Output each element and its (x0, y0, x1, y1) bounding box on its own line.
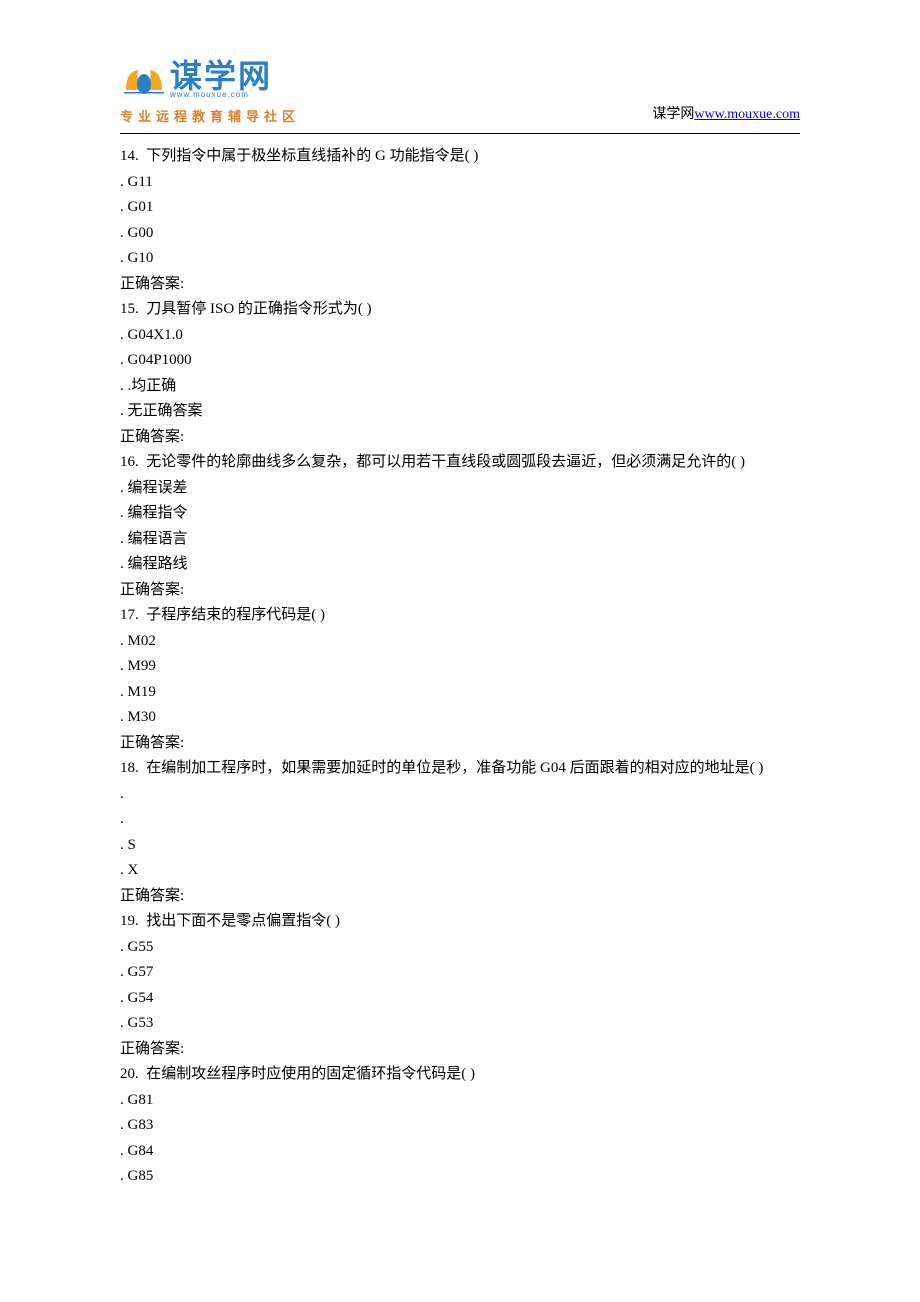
question-text: 无论零件的轮廓曲线多么复杂，都可以用若干直线段或圆弧段去逼近，但必须满足允许的(… (146, 454, 745, 470)
question-text: 找出下面不是零点偏置指令( ) (146, 913, 340, 929)
option: . G00 (120, 221, 800, 247)
question-text: 子程序结束的程序代码是( ) (146, 607, 325, 623)
question-number: 14. (120, 148, 139, 164)
answer-label: 正确答案: (120, 425, 800, 451)
option: . G10 (120, 246, 800, 272)
option: . (120, 782, 800, 808)
option: . G57 (120, 960, 800, 986)
option: . G04X1.0 (120, 323, 800, 349)
answer-label: 正确答案: (120, 731, 800, 757)
question-block: 16. 无论零件的轮廓曲线多么复杂，都可以用若干直线段或圆弧段去逼近，但必须满足… (120, 450, 800, 476)
header-link[interactable]: www.mouxue.com (694, 107, 800, 122)
logo-icon (120, 62, 168, 102)
option: . 编程路线 (120, 552, 800, 578)
option: . 编程误差 (120, 476, 800, 502)
question-text: 在编制加工程序时，如果需要加延时的单位是秒，准备功能 G04 后面跟着的相对应的… (146, 760, 763, 776)
question-text: 刀具暂停 ISO 的正确指令形式为( ) (146, 301, 371, 317)
logo-main-text: 谋学网 (170, 60, 272, 92)
question-text: 在编制攻丝程序时应使用的固定循环指令代码是( ) (146, 1066, 475, 1082)
option: . 无正确答案 (120, 399, 800, 425)
question-block: 15. 刀具暂停 ISO 的正确指令形式为( ) (120, 297, 800, 323)
question-block: 14. 下列指令中属于极坐标直线插补的 G 功能指令是( ) (120, 144, 800, 170)
option: . G53 (120, 1011, 800, 1037)
header-right-label: 谋学网 (652, 107, 694, 122)
option: . G81 (120, 1088, 800, 1114)
question-text: 下列指令中属于极坐标直线插补的 G 功能指令是( ) (146, 148, 478, 164)
question-number: 19. (120, 913, 139, 929)
option: . 编程指令 (120, 501, 800, 527)
content-area: 14. 下列指令中属于极坐标直线插补的 G 功能指令是( ) . G11 . G… (0, 144, 920, 1190)
option: . M02 (120, 629, 800, 655)
option: . G84 (120, 1139, 800, 1165)
option: . G85 (120, 1164, 800, 1190)
logo-text-block: 谋学网 www.mouxue.com (170, 60, 272, 99)
question-number: 16. (120, 454, 139, 470)
question-block: 19. 找出下面不是零点偏置指令( ) (120, 909, 800, 935)
option: . 编程语言 (120, 527, 800, 553)
answer-label: 正确答案: (120, 578, 800, 604)
option: . G55 (120, 935, 800, 961)
option: . G11 (120, 170, 800, 196)
question-number: 20. (120, 1066, 139, 1082)
option: . G04P1000 (120, 348, 800, 374)
question-block: 18. 在编制加工程序时，如果需要加延时的单位是秒，准备功能 G04 后面跟着的… (120, 756, 800, 782)
question-number: 18. (120, 760, 139, 776)
answer-label: 正确答案: (120, 884, 800, 910)
option: . X (120, 858, 800, 884)
option: . G01 (120, 195, 800, 221)
option: . .均正确 (120, 374, 800, 400)
question-block: 20. 在编制攻丝程序时应使用的固定循环指令代码是( ) (120, 1062, 800, 1088)
option: . M99 (120, 654, 800, 680)
option: . S (120, 833, 800, 859)
option: . G54 (120, 986, 800, 1012)
option: . (120, 807, 800, 833)
answer-label: 正确答案: (120, 1037, 800, 1063)
answer-label: 正确答案: (120, 272, 800, 298)
question-number: 15. (120, 301, 139, 317)
page-header: 谋学网 www.mouxue.com 专业远程教育辅导社区 谋学网www.mou… (120, 0, 800, 134)
option: . M19 (120, 680, 800, 706)
question-number: 17. (120, 607, 139, 623)
logo-area: 谋学网 www.mouxue.com (120, 60, 800, 102)
question-block: 17. 子程序结束的程序代码是( ) (120, 603, 800, 629)
option: . G83 (120, 1113, 800, 1139)
header-right: 谋学网www.mouxue.com (652, 103, 800, 123)
option: . M30 (120, 705, 800, 731)
